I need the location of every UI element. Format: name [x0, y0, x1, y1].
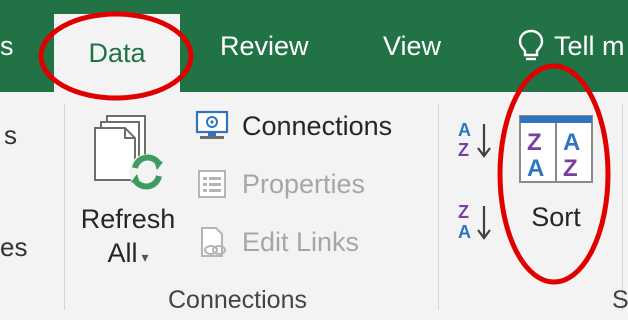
- group-label-partial: S: [612, 286, 628, 314]
- tell-me-label: Tell m: [554, 30, 625, 61]
- sort-z-to-a-icon: Z A: [458, 202, 491, 242]
- sort-dialog-icon: Z A A Z: [519, 115, 593, 183]
- edit-links-icon: [201, 227, 226, 257]
- edit-links-label: Edit Links: [242, 226, 360, 257]
- connections-button[interactable]: Connections: [194, 110, 392, 142]
- tab-review-label: Review: [220, 30, 309, 61]
- group-divider: [622, 104, 623, 310]
- ribbon-tab-bar: s Data Review View Tell m: [0, 0, 628, 92]
- ribbon-body: s es Refresh All ▾ Connections Propertie…: [0, 92, 628, 320]
- edit-links-button[interactable]: Edit Links: [194, 226, 359, 258]
- svg-text:A: A: [458, 222, 471, 242]
- svg-text:Z: Z: [458, 202, 469, 222]
- svg-text:A: A: [563, 129, 580, 156]
- tab-view[interactable]: View: [383, 0, 441, 92]
- tab-review[interactable]: Review: [220, 0, 309, 92]
- sort-button[interactable]: Z A A Z Sort: [515, 114, 597, 274]
- group-divider: [438, 104, 439, 310]
- properties-label: Properties: [242, 168, 366, 199]
- dropdown-arrow-icon: ▾: [141, 249, 149, 265]
- tab-partial-left[interactable]: s: [0, 0, 22, 92]
- svg-text:Z: Z: [563, 155, 578, 182]
- tab-view-label: View: [383, 30, 442, 61]
- properties-button[interactable]: Properties: [194, 168, 365, 200]
- svg-text:Z: Z: [527, 129, 542, 156]
- properties-icon: [198, 170, 226, 198]
- tab-partial-left-label: s: [0, 30, 14, 61]
- sort-z-to-a-button[interactable]: Z A: [456, 200, 496, 246]
- svg-text:A: A: [458, 120, 471, 140]
- refresh-all-icon: [94, 115, 165, 190]
- partial-group-text-top: s: [4, 120, 17, 150]
- svg-text:A: A: [527, 155, 544, 182]
- group-label-connections: Connections: [168, 286, 307, 314]
- group-divider: [64, 104, 65, 310]
- lightbulb-icon: [518, 29, 544, 61]
- svg-text:Z: Z: [458, 140, 469, 160]
- refresh-label-line1: Refresh: [80, 204, 176, 234]
- partial-group-text-bottom: es: [0, 232, 28, 262]
- excel-ribbon-screenshot: s Data Review View Tell m s es Refresh A…: [0, 0, 628, 320]
- tell-me-search[interactable]: Tell m: [518, 0, 625, 92]
- connections-label: Connections: [242, 110, 393, 141]
- sort-a-to-z-button[interactable]: A Z: [456, 118, 496, 164]
- refresh-label-line2: All ▾: [107, 236, 148, 274]
- tab-data[interactable]: Data: [54, 14, 180, 92]
- connections-icon: [195, 110, 229, 139]
- refresh-all-button[interactable]: Refresh All ▾: [78, 110, 178, 290]
- refresh-label-all: All: [107, 238, 138, 268]
- tab-data-label: Data: [88, 37, 146, 68]
- sort-a-to-z-icon: A Z: [458, 120, 491, 160]
- sort-label: Sort: [531, 202, 581, 232]
